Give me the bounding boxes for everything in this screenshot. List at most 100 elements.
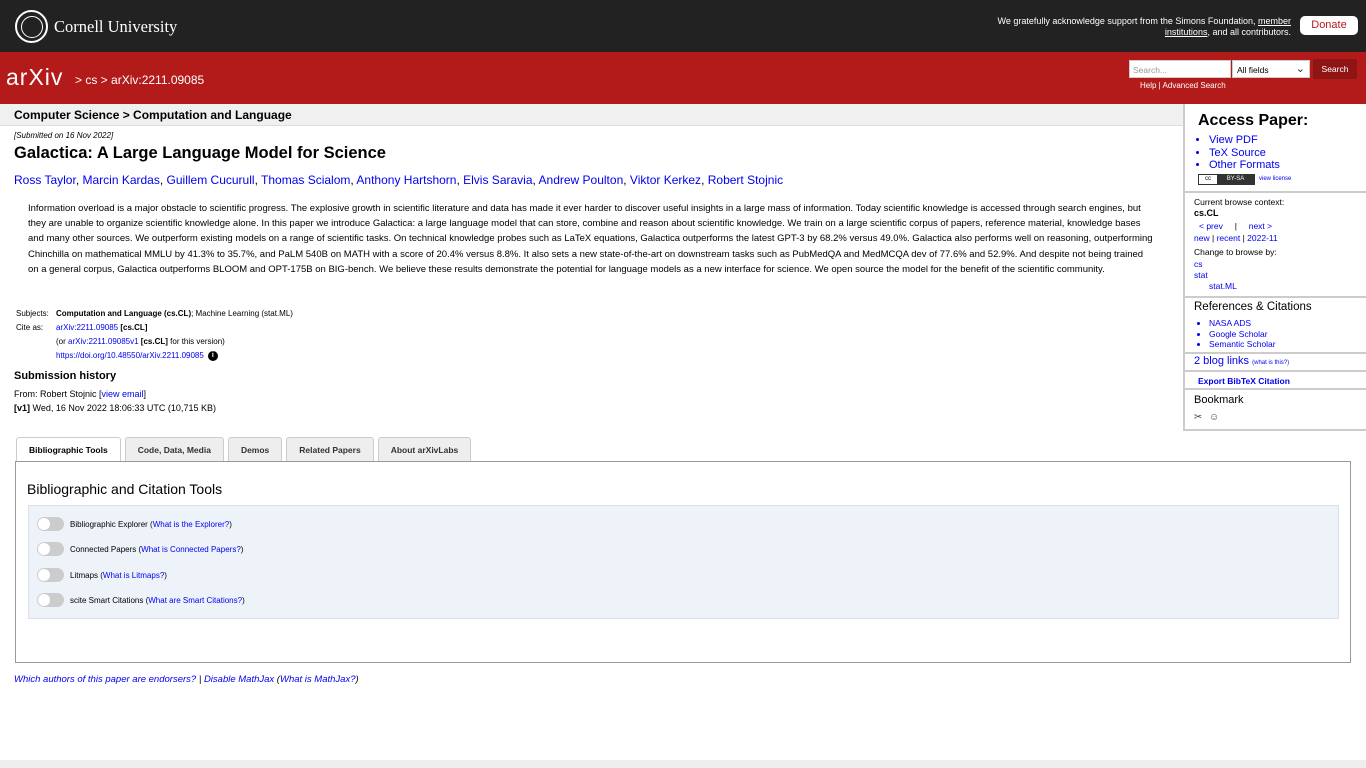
- chevron-down-icon: ⌄: [1295, 63, 1305, 75]
- bibsonomy-icon[interactable]: ✂: [1194, 412, 1206, 424]
- nasa-ads-link[interactable]: NASA ADS: [1209, 318, 1276, 329]
- or-post: for this version): [167, 337, 225, 346]
- tab-bibliographic-tools[interactable]: Bibliographic Tools: [16, 437, 121, 463]
- tool-help-link[interactable]: What is the Explorer?: [153, 520, 229, 529]
- browse-context: Current browse context: cs.CL < prev | n…: [1185, 191, 1366, 297]
- tools-title: Bibliographic and Citation Tools: [27, 481, 223, 497]
- next-link[interactable]: next >: [1249, 221, 1272, 231]
- reddit-icon[interactable]: ☺: [1209, 412, 1221, 424]
- explorer-toggle[interactable]: [37, 517, 64, 531]
- disable-mathjax-link[interactable]: Disable MathJax: [204, 674, 274, 685]
- tab-related-papers[interactable]: Related Papers: [286, 437, 374, 461]
- author-link[interactable]: Elvis Saravia: [463, 173, 532, 187]
- breadcrumb[interactable]: > cs > arXiv:2211.09085: [75, 73, 204, 87]
- author-link[interactable]: Ross Taylor: [14, 173, 76, 187]
- access-links: View PDF TeX Source Other Formats: [1209, 134, 1280, 172]
- semantic-scholar-link[interactable]: Semantic Scholar: [1209, 339, 1276, 350]
- prev-link[interactable]: < prev: [1199, 221, 1223, 231]
- month-link[interactable]: 2022-11: [1247, 233, 1278, 243]
- arxiv-logo[interactable]: arXiv: [6, 64, 63, 91]
- what-is-mathjax-link[interactable]: What is MathJax?: [280, 674, 356, 685]
- author-link[interactable]: Viktor Kerkez: [630, 173, 701, 187]
- footer-links: Which authors of this paper are endorser…: [14, 674, 359, 685]
- cornell-name: Cornell University: [54, 16, 178, 36]
- export-bibtex-link[interactable]: Export BibTeX Citation: [1198, 376, 1290, 386]
- footer-paren-close: ): [355, 674, 359, 685]
- tab-about-arxivlabs[interactable]: About arXivLabs: [377, 437, 472, 461]
- tool-help-link[interactable]: What are Smart Citations?: [148, 596, 242, 605]
- bookmark-title: Bookmark: [1194, 394, 1244, 406]
- tab-bar: Bibliographic Tools Code, Data, Media De…: [16, 437, 472, 463]
- subject-title: Computer Science > Computation and Langu…: [14, 108, 292, 122]
- connected-papers-toggle[interactable]: [37, 542, 64, 556]
- primary-subject: Computation and Language (cs.CL): [56, 309, 192, 318]
- view-license-link[interactable]: view license: [1259, 176, 1291, 182]
- tab-code-data-media[interactable]: Code, Data, Media: [124, 437, 224, 461]
- cite-id-link[interactable]: arXiv:2211.09085: [56, 323, 118, 332]
- tool-label: Litmaps (: [70, 570, 103, 580]
- author-link[interactable]: Thomas Scialom: [261, 173, 350, 187]
- submission-history-title: Submission history: [14, 370, 117, 382]
- author-link[interactable]: Guillem Cucurull: [167, 173, 255, 187]
- version-category: [cs.CL]: [138, 337, 168, 346]
- scite-toggle[interactable]: [37, 593, 64, 607]
- donate-button[interactable]: Donate: [1300, 16, 1358, 35]
- search-button[interactable]: Search: [1313, 59, 1357, 79]
- nav-sep: |: [1234, 221, 1237, 231]
- other-formats-link[interactable]: Other Formats: [1209, 159, 1280, 172]
- paper-metadata: Subjects: Computation and Language (cs.C…: [16, 307, 293, 363]
- blog-links-section: 2 blog links (what is this?): [1185, 352, 1366, 372]
- google-scholar-link[interactable]: Google Scholar: [1209, 329, 1276, 340]
- blog-links[interactable]: 2 blog links: [1194, 355, 1249, 367]
- page-title: Galactica: A Large Language Model for Sc…: [14, 144, 386, 162]
- browse-cs-link[interactable]: cs: [1194, 259, 1203, 269]
- info-icon[interactable]: i: [207, 350, 218, 361]
- help-link[interactable]: Help: [1140, 81, 1156, 90]
- support-text: We gratefully acknowledge support from t…: [991, 16, 1292, 38]
- tools-list: Bibliographic Explorer (What is the Expl…: [28, 505, 1339, 619]
- tool-label: Bibliographic Explorer (: [70, 519, 153, 529]
- license-badge-icon[interactable]: cc BY-SA: [1198, 174, 1255, 185]
- blog-what-link[interactable]: (what is this?): [1252, 360, 1289, 366]
- search-field-select[interactable]: All fields ⌄: [1232, 60, 1310, 78]
- tool-label-end: ): [229, 519, 232, 529]
- author-link[interactable]: Robert Stojnic: [708, 173, 783, 187]
- author-sep: ,: [159, 173, 167, 187]
- or-pre: (or: [56, 337, 68, 346]
- help-links: Help | Advanced Search: [1140, 81, 1226, 90]
- browse-statml-link[interactable]: stat.ML: [1209, 281, 1237, 291]
- version-link[interactable]: arXiv:2211.09085v1: [68, 337, 139, 346]
- advanced-search-link[interactable]: Advanced Search: [1163, 81, 1226, 90]
- bibtex-section: Export BibTeX Citation: [1185, 370, 1366, 390]
- view-pdf-link[interactable]: View PDF: [1209, 134, 1280, 147]
- subjects-label: Subjects:: [16, 309, 49, 318]
- tool-help-link[interactable]: What is Litmaps?: [103, 571, 164, 580]
- author-link[interactable]: Anthony Hartshorn: [356, 173, 456, 187]
- refs-links: NASA ADS Google Scholar Semantic Scholar: [1209, 318, 1276, 350]
- tool-help-link[interactable]: What is Connected Papers?: [141, 545, 241, 554]
- bookmark-section: Bookmark ✂ ☺: [1185, 388, 1366, 429]
- litmaps-toggle[interactable]: [37, 568, 64, 582]
- tab-demos[interactable]: Demos: [227, 437, 283, 461]
- search-input[interactable]: Search...: [1129, 60, 1231, 78]
- from-text: From: Robert Stojnic [: [14, 389, 102, 399]
- submitted-date: [Submitted on 16 Nov 2022]: [14, 131, 114, 140]
- author-sep: ,: [701, 173, 708, 187]
- endorsers-link[interactable]: Which authors of this paper are endorser…: [14, 674, 196, 685]
- new-link[interactable]: new: [1194, 233, 1210, 243]
- refs-title: References & Citations: [1194, 301, 1312, 313]
- license-type: BY-SA: [1217, 175, 1254, 184]
- references-citations: References & Citations NASA ADS Google S…: [1185, 296, 1366, 354]
- author-link[interactable]: Marcin Kardas: [82, 173, 159, 187]
- tex-source-link[interactable]: TeX Source: [1209, 147, 1280, 160]
- view-email-link[interactable]: view email: [102, 389, 144, 399]
- tool-row-connected-papers: Connected Papers (What is Connected Pape…: [37, 541, 243, 557]
- doi-link[interactable]: https://doi.org/10.48550/arXiv.2211.0908…: [56, 351, 204, 360]
- browse-stat-link[interactable]: stat: [1194, 270, 1208, 280]
- tool-label-end: ): [242, 595, 245, 605]
- arxiv-header: arXiv > cs > arXiv:2211.09085 Search... …: [0, 52, 1366, 104]
- recent-link[interactable]: recent: [1217, 233, 1241, 243]
- cornell-logo[interactable]: Cornell University: [15, 10, 177, 43]
- submission-history: From: Robert Stojnic [view email] [v1] W…: [14, 387, 216, 415]
- author-link[interactable]: Andrew Poulton: [539, 173, 624, 187]
